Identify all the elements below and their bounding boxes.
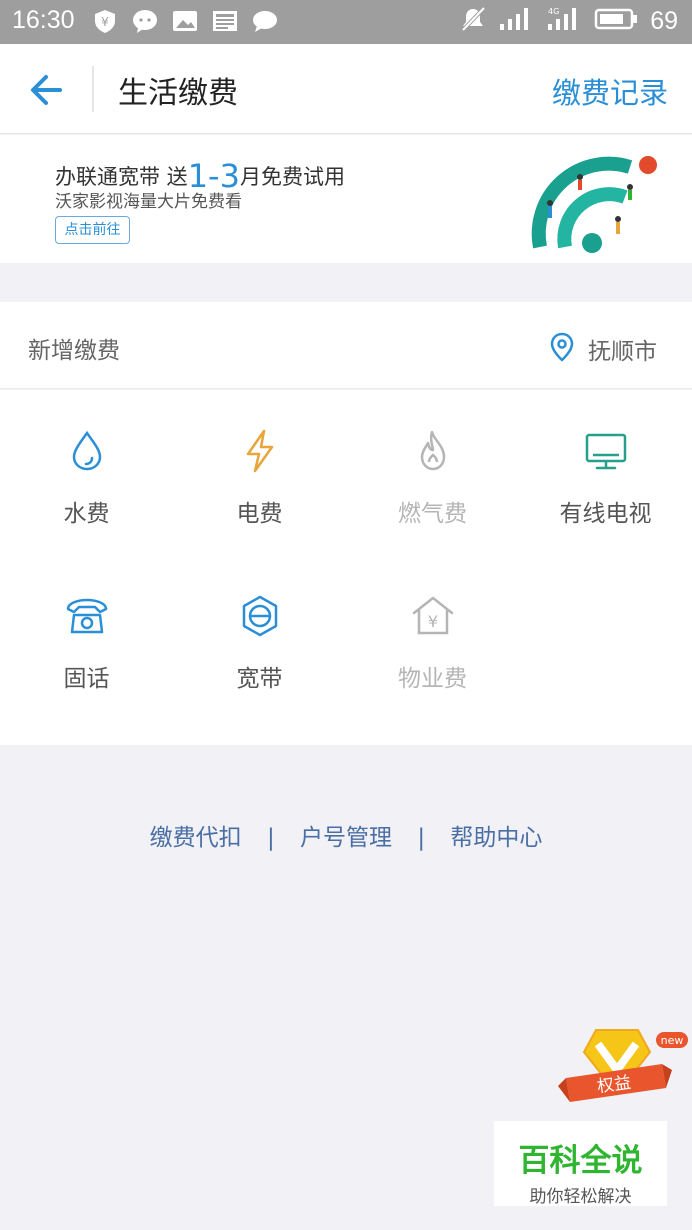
service-label: 电费 <box>236 501 283 527</box>
watermark-logo: 百科全说 助你轻松解决 <box>494 1121 667 1207</box>
service-electricity[interactable]: 电费 <box>173 390 346 540</box>
city-selector[interactable]: 抚顺市 <box>588 332 657 366</box>
new-tag: new <box>661 1034 684 1047</box>
battery-level: 69 <box>650 6 678 35</box>
service-label: 水费 <box>63 501 110 527</box>
link-separator: | <box>417 825 426 851</box>
mute-icon <box>460 6 486 36</box>
broadband-icon <box>242 595 278 637</box>
service-gas[interactable]: 燃气费 <box>346 390 519 540</box>
page-title: 生活缴费 <box>118 76 238 111</box>
notification-icons: ¥ <box>92 8 278 34</box>
service-water[interactable]: 水费 <box>0 390 173 540</box>
service-grid: 水费 电费 燃气费 有线电视 固话 宽带 ¥ 物业费 <box>0 390 692 745</box>
location-pin-icon[interactable] <box>550 332 574 362</box>
account-management-link[interactable]: 户号管理 <box>300 825 392 851</box>
promo-headline-suffix: 月免费试用 <box>239 165 345 189</box>
broadband-illustration <box>520 147 670 259</box>
service-cable-tv[interactable]: 有线电视 <box>519 390 692 540</box>
service-property[interactable]: ¥ 物业费 <box>346 555 519 705</box>
link-separator: | <box>266 825 275 851</box>
svg-text:4G: 4G <box>548 7 559 16</box>
lightning-icon <box>246 429 274 473</box>
top-navigation-bar: 生活缴费 缴费记录 <box>0 44 692 134</box>
flame-icon <box>420 430 446 471</box>
rights-badge[interactable]: 权益 new <box>556 1022 688 1118</box>
help-center-link[interactable]: 帮助中心 <box>450 825 542 851</box>
location-row: 新增缴费 抚顺市 <box>0 302 692 389</box>
watermark-title: 百科全说 <box>518 1143 643 1179</box>
watermark-subtitle: 助你轻松解决 <box>529 1187 632 1207</box>
service-label: 物业费 <box>398 666 467 692</box>
svg-text:¥: ¥ <box>101 15 109 29</box>
tv-icon <box>585 433 627 470</box>
signal-4g-icon: 4G <box>546 6 582 36</box>
house-yuan-icon: ¥ <box>412 596 454 635</box>
auto-debit-link[interactable]: 缴费代扣 <box>150 825 242 851</box>
signal-icon <box>498 6 534 36</box>
wechat-icon <box>132 8 158 34</box>
status-bar: 16:30 ¥ 4G 69 <box>0 0 692 44</box>
service-label: 燃气费 <box>398 501 467 527</box>
svg-text:¥: ¥ <box>428 612 438 631</box>
message-icon <box>252 8 278 34</box>
telephone-icon <box>66 598 108 634</box>
promo-banner[interactable]: 办联通宽带 送1-3月免费试用 沃家影视海量大片免费看 点击前往 <box>0 135 692 263</box>
news-icon <box>212 8 238 34</box>
header-divider <box>92 66 94 112</box>
promo-go-button[interactable]: 点击前往 <box>55 216 130 244</box>
status-time: 16:30 <box>12 6 75 34</box>
service-landline[interactable]: 固话 <box>0 555 173 705</box>
service-label: 固话 <box>63 666 110 692</box>
back-arrow-icon[interactable] <box>26 68 70 112</box>
payment-records-link[interactable]: 缴费记录 <box>552 70 668 112</box>
promo-headline-prefix: 办联通宽带 送 <box>55 165 188 189</box>
new-payment-label: 新增缴费 <box>28 338 120 364</box>
photo-icon <box>172 8 198 34</box>
battery-icon <box>594 7 638 35</box>
service-label: 有线电视 <box>559 501 652 527</box>
water-drop-icon <box>72 430 102 471</box>
service-label: 宽带 <box>236 666 283 692</box>
service-broadband[interactable]: 宽带 <box>173 555 346 705</box>
footer-links: 缴费代扣 | 户号管理 | 帮助中心 <box>0 818 692 852</box>
promo-subtitle: 沃家影视海量大片免费看 <box>55 192 242 212</box>
shield-yen-icon: ¥ <box>92 8 118 34</box>
